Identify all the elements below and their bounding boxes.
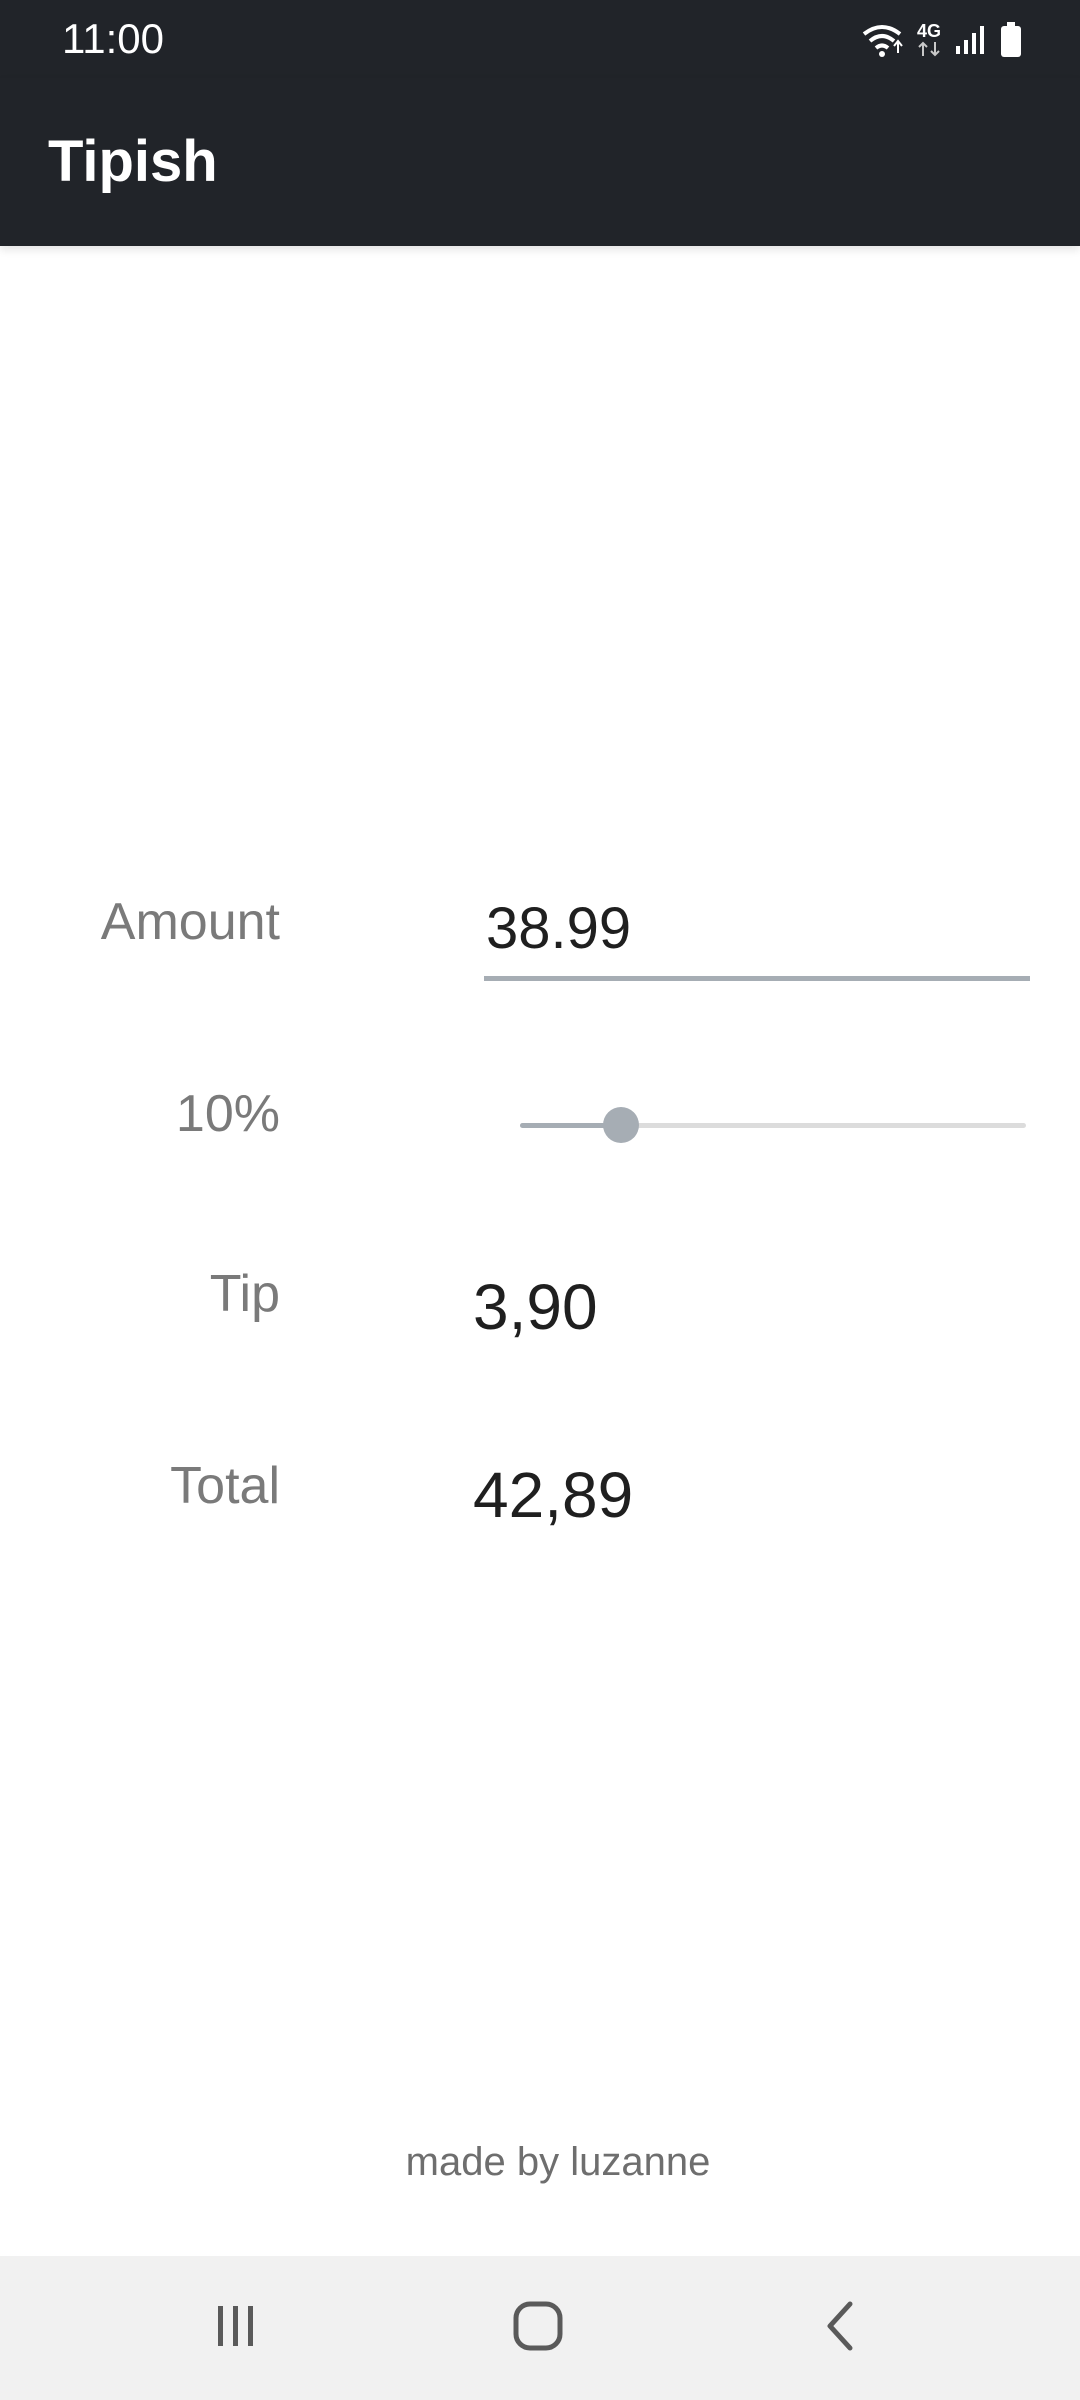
amount-field[interactable] (484, 880, 1030, 981)
tip-label: Tip (209, 1265, 280, 1323)
tip-value: 3,90 (473, 1271, 598, 1343)
tip-percent-slider[interactable] (520, 1100, 1026, 1150)
app-screen: 11:00 4G Tipish Amount 38.99 10% Tip 3,9… (0, 0, 1080, 2400)
status-time: 11:00 (62, 15, 164, 62)
slider-thumb[interactable] (603, 1107, 639, 1143)
total-label: Total (170, 1457, 280, 1515)
back-icon (820, 2300, 860, 2357)
amount-label: Amount (100, 893, 280, 951)
wifi-icon (860, 22, 904, 58)
4g-data-icon: 4G (916, 22, 942, 58)
network-type-label: 4G (916, 21, 941, 41)
home-button[interactable] (458, 2256, 618, 2400)
status-icons: 4G (860, 18, 1022, 62)
footer-credit: made by luzanne (405, 2140, 711, 2184)
app-title: Tipish (48, 129, 218, 194)
navigation-bar (0, 2256, 1080, 2400)
amount-underline (484, 976, 1030, 981)
tip-percent-label: 10% (175, 1085, 280, 1143)
recents-button[interactable] (156, 2256, 316, 2400)
recents-icon (212, 2302, 260, 2355)
back-button[interactable] (760, 2256, 920, 2400)
app-bar: Tipish (0, 78, 1080, 246)
battery-icon (1000, 22, 1022, 58)
status-bar: 11:00 4G (0, 0, 1080, 78)
amount-input[interactable] (484, 880, 1030, 976)
signal-icon (954, 24, 988, 56)
home-icon (512, 2300, 564, 2357)
total-value: 42,89 (473, 1459, 634, 1531)
